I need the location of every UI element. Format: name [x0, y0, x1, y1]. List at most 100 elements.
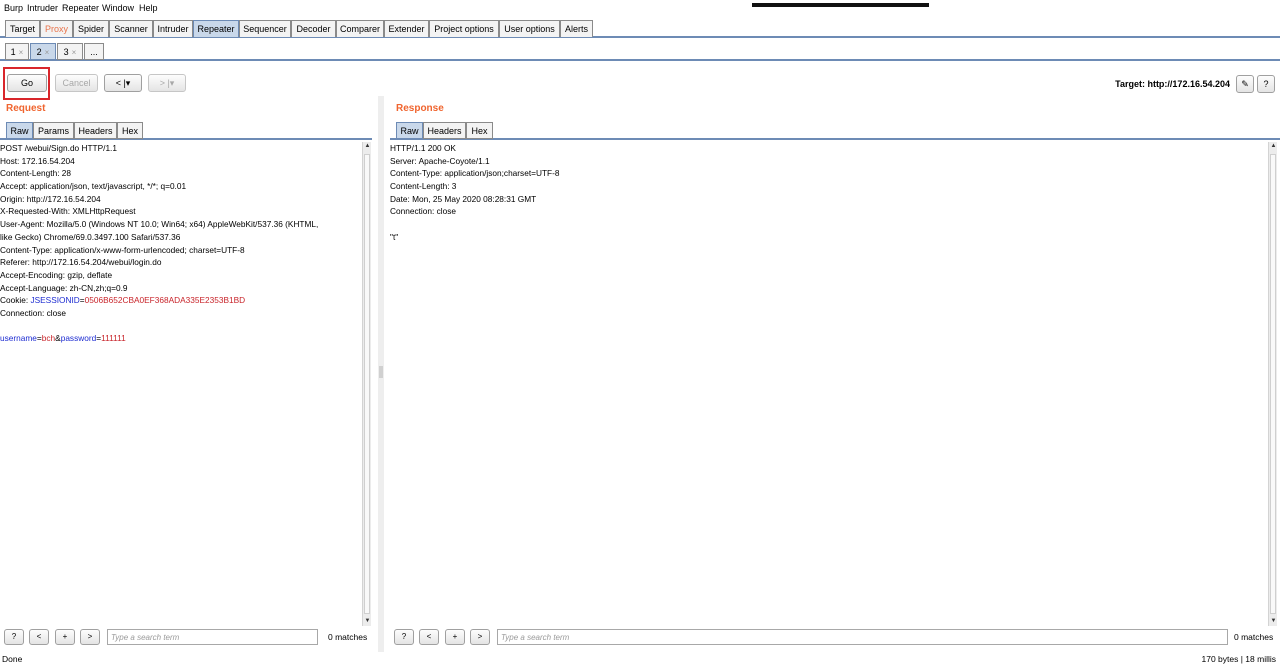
scroll-up-icon[interactable]: ▲: [1269, 142, 1278, 151]
request-search-next-button[interactable]: >: [80, 629, 100, 645]
go-button[interactable]: Go: [7, 74, 47, 92]
response-line: Content-Length: 3: [390, 181, 457, 192]
menu-repeater[interactable]: Repeater: [62, 3, 99, 13]
tab-extender[interactable]: Extender: [384, 20, 429, 37]
request-line: Referer: http://172.16.54.204/webui/logi…: [0, 257, 162, 268]
help-button[interactable]: ?: [1257, 75, 1275, 93]
repeater-tab-label: 3: [63, 47, 69, 57]
request-line: Host: 172.16.54.204: [0, 155, 75, 166]
tab-proxy[interactable]: Proxy: [40, 20, 73, 37]
request-matches-count: 0 matches: [328, 632, 368, 642]
cookie-value: 0506B652CBA0EF368ADA335E2353B1BD: [84, 295, 246, 306]
target-label: Target: http://172.16.54.204: [1115, 79, 1230, 89]
response-line: HTTP/1.1 200 OK: [390, 143, 456, 153]
request-tab-raw[interactable]: Raw: [6, 122, 33, 139]
cookie-name: JSESSIONID: [30, 295, 80, 306]
request-tab-hex[interactable]: Hex: [117, 122, 143, 139]
cancel-button[interactable]: Cancel: [55, 74, 98, 92]
request-title: Request: [6, 103, 46, 114]
response-search-help-button[interactable]: ?: [394, 629, 414, 645]
cookie-prefix: Cookie:: [0, 295, 31, 306]
tab-intruder[interactable]: Intruder: [153, 20, 193, 37]
response-editor[interactable]: HTTP/1.1 200 OK Server: Apache-Coyote/1.…: [390, 142, 1266, 626]
tab-project-options[interactable]: Project options: [429, 20, 499, 37]
response-search-next-button[interactable]: >: [470, 629, 490, 645]
request-search-add-button[interactable]: +: [55, 629, 75, 645]
status-bar: Done 170 bytes | 18 millis: [0, 654, 1280, 666]
repeater-tab-2[interactable]: 2 ×: [30, 43, 56, 60]
param-name: password: [60, 333, 97, 344]
response-line: Connection: close: [390, 206, 456, 217]
scroll-thumb[interactable]: [1270, 154, 1276, 614]
request-line: Origin: http://172.16.54.204: [0, 193, 101, 204]
scroll-up-icon[interactable]: ▲: [363, 142, 372, 151]
main-tab-strip: Target Proxy Spider Scanner Intruder Rep…: [0, 19, 1280, 38]
response-title: Response: [396, 103, 444, 114]
request-line: Accept-Encoding: gzip, deflate: [0, 269, 113, 280]
repeater-tab-strip: 1 × 2 × 3 × ...: [0, 41, 1280, 61]
scroll-thumb[interactable]: [364, 154, 370, 614]
repeater-tab-label: 1: [10, 47, 16, 57]
close-icon[interactable]: ×: [19, 48, 24, 57]
menu-intruder[interactable]: Intruder: [27, 3, 58, 13]
request-line: Accept-Language: zh-CN,zh;q=0.9: [0, 282, 128, 293]
request-search-input[interactable]: [107, 629, 318, 645]
request-line: like Gecko) Chrome/69.0.3497.100 Safari/…: [0, 231, 181, 242]
menu-window[interactable]: Window: [102, 3, 134, 13]
response-line: [390, 218, 1266, 231]
repeater-tab-label: 2: [36, 47, 42, 57]
tab-target[interactable]: Target: [5, 20, 40, 37]
param-value: bch: [41, 333, 56, 344]
response-search-input[interactable]: [497, 629, 1228, 645]
request-line: Content-Length: 28: [0, 168, 72, 179]
response-size-timing: 170 bytes | 18 millis: [1201, 654, 1277, 664]
response-tab-headers[interactable]: Headers: [423, 122, 466, 139]
panel-splitter[interactable]: [378, 96, 384, 652]
menu-help[interactable]: Help: [139, 3, 158, 13]
response-matches-count: 0 matches: [1234, 632, 1274, 642]
response-tab-strip: Raw Headers Hex: [390, 122, 1280, 140]
response-tab-hex[interactable]: Hex: [466, 122, 493, 139]
request-tab-strip: Raw Params Headers Hex: [0, 122, 372, 140]
repeater-tab-3[interactable]: 3 ×: [57, 43, 83, 60]
splitter-grip-icon[interactable]: [379, 366, 383, 378]
menu-burp[interactable]: Burp: [4, 3, 23, 13]
close-icon[interactable]: ×: [72, 48, 77, 57]
request-line: Content-Type: application/x-www-form-url…: [0, 244, 245, 255]
response-scrollbar[interactable]: ▲ ▼: [1268, 142, 1277, 626]
tab-repeater[interactable]: Repeater: [193, 20, 239, 37]
tab-spider[interactable]: Spider: [73, 20, 109, 37]
request-scrollbar[interactable]: ▲ ▼: [362, 142, 371, 626]
tab-comparer[interactable]: Comparer: [336, 20, 384, 37]
request-body-line: username=bch&password=111111: [0, 332, 361, 345]
tab-scanner[interactable]: Scanner: [109, 20, 153, 37]
request-line: X-Requested-With: XMLHttpRequest: [0, 206, 136, 217]
request-editor[interactable]: POST /webui/Sign.do HTTP/1.1 Host: 172.1…: [0, 142, 361, 626]
scroll-down-icon[interactable]: ▼: [363, 617, 372, 626]
tab-sequencer[interactable]: Sequencer: [239, 20, 291, 37]
request-line: Connection: close: [0, 307, 66, 318]
repeater-tab-new[interactable]: ...: [84, 43, 104, 60]
param-value: 111111: [101, 333, 126, 344]
tab-alerts[interactable]: Alerts: [560, 20, 593, 37]
tab-decoder[interactable]: Decoder: [291, 20, 336, 37]
response-search-add-button[interactable]: +: [445, 629, 465, 645]
tab-user-options[interactable]: User options: [499, 20, 560, 37]
request-search-prev-button[interactable]: <: [29, 629, 49, 645]
repeater-tab-1[interactable]: 1 ×: [5, 43, 29, 60]
request-search-help-button[interactable]: ?: [4, 629, 24, 645]
request-tab-params[interactable]: Params: [33, 122, 74, 139]
close-icon[interactable]: ×: [45, 48, 50, 57]
forward-button[interactable]: > |▾: [148, 74, 186, 92]
response-tab-raw[interactable]: Raw: [396, 122, 423, 139]
param-name: username: [0, 333, 37, 344]
edit-target-icon[interactable]: ✎: [1236, 75, 1254, 93]
response-line: Content-Type: application/json;charset=U…: [390, 168, 560, 179]
response-search-prev-button[interactable]: <: [419, 629, 439, 645]
response-body-line: "t": [390, 231, 399, 242]
scroll-down-icon[interactable]: ▼: [1269, 617, 1278, 626]
back-button[interactable]: < |▾: [104, 74, 142, 92]
cookie-line: Cookie: JSESSIONID=0506B652CBA0EF368ADA3…: [0, 294, 361, 307]
request-tab-headers[interactable]: Headers: [74, 122, 117, 139]
